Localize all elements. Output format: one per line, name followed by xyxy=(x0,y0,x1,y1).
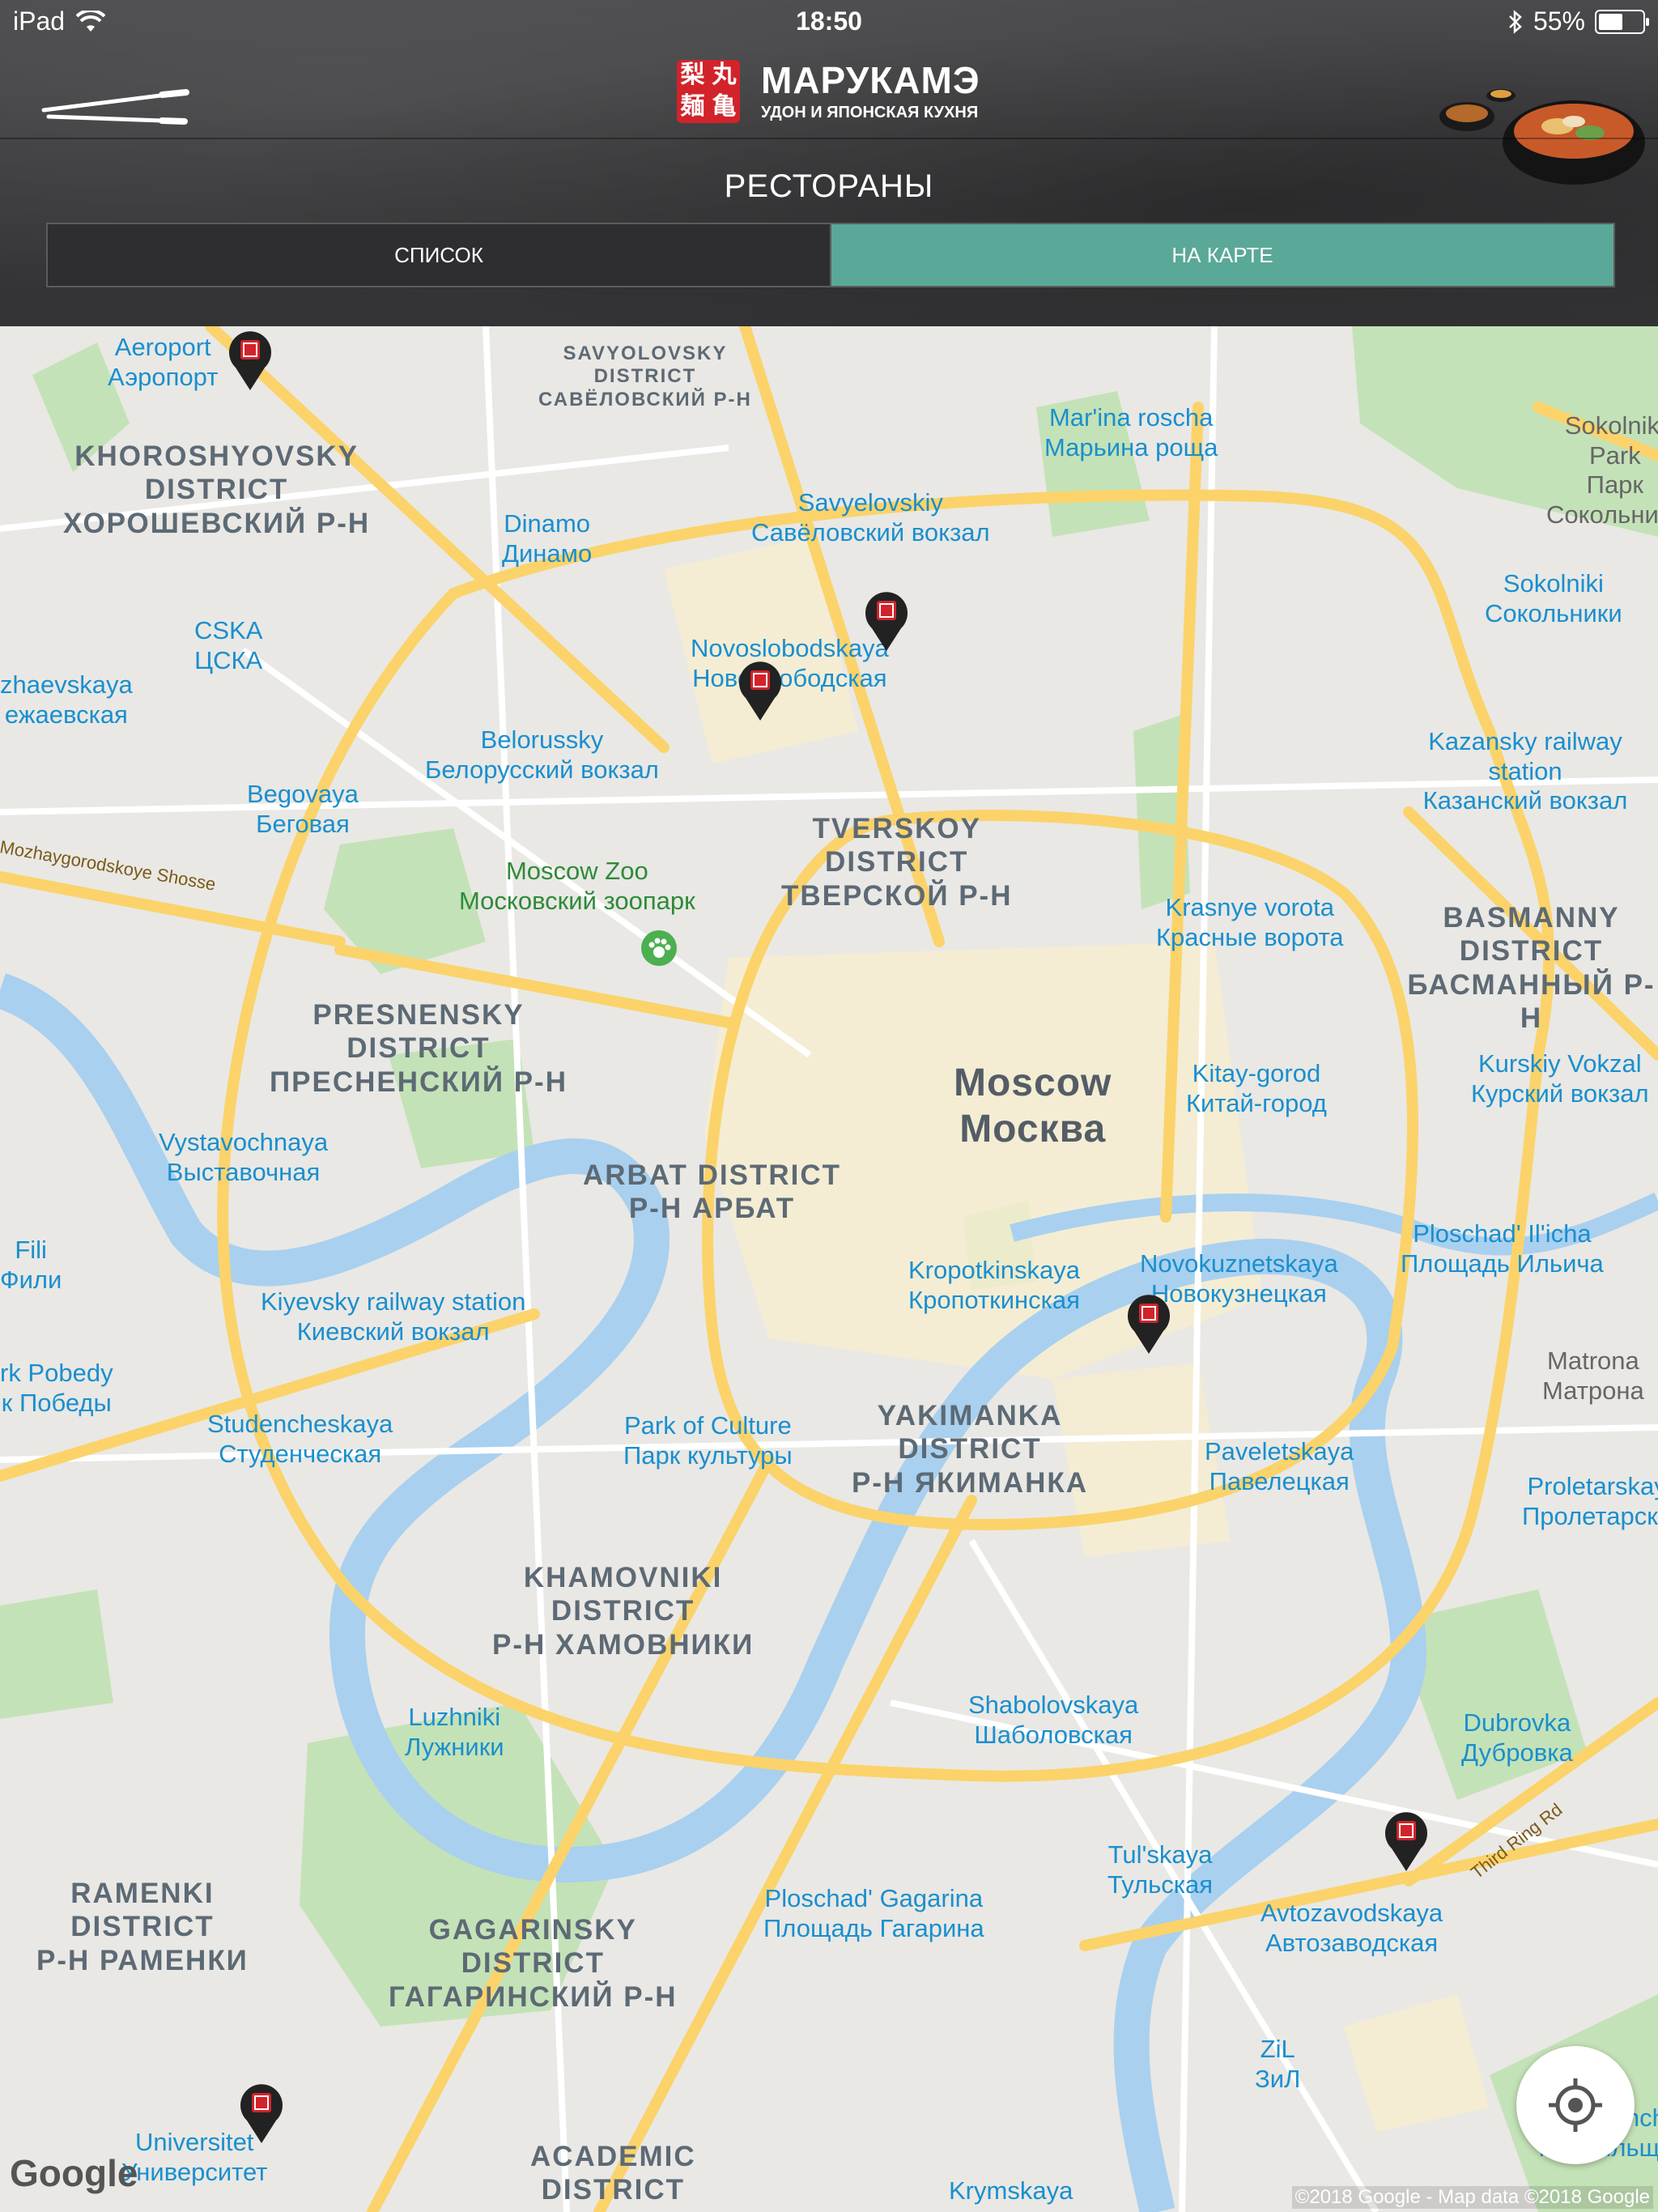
metro-label[interactable]: Dinamo Динамо xyxy=(502,509,592,568)
metro-label[interactable]: CSKA ЦСКА xyxy=(194,616,262,675)
metro-label[interactable]: Fili Фили xyxy=(0,1236,62,1295)
logo-char: 梨 xyxy=(680,62,705,88)
tab-list[interactable]: СПИСОК xyxy=(48,224,830,286)
metro-label[interactable]: Park of Culture Парк культуры xyxy=(623,1411,793,1470)
battery-level xyxy=(1599,13,1622,30)
district-label: ARBAT DISTRICT Р-Н АРБАТ xyxy=(583,1159,841,1225)
district-label: RAMENKI DISTRICT Р-Н РАМЕНКИ xyxy=(36,1878,249,1976)
district-label: GAGARINSKY DISTRICT ГАГАРИНСКИЙ Р-Н xyxy=(389,1914,678,2013)
metro-label[interactable]: Kiyevsky railway station Киевский вокзал xyxy=(261,1287,525,1346)
metro-label[interactable]: zhaevskaya ежаевская xyxy=(0,670,133,730)
logo-char: 亀 xyxy=(712,93,737,120)
metro-label[interactable]: Novoslobodskaya Новослободская xyxy=(691,634,889,693)
metro-label[interactable]: Kurskiy Vokzal Курский вокзал xyxy=(1471,1049,1649,1108)
bluetooth-icon xyxy=(1509,9,1522,34)
metro-label[interactable]: Krymskaya xyxy=(949,2176,1073,2206)
status-time: 18:50 xyxy=(796,6,862,36)
restaurant-pin[interactable] xyxy=(1126,1292,1171,1355)
metro-label[interactable]: ZiL ЗиЛ xyxy=(1255,2035,1300,2094)
metro-label[interactable]: Kazansky railway station Казанский вокза… xyxy=(1392,727,1658,816)
logo-char: 麺 xyxy=(680,93,705,120)
district-label: ACADEMIC DISTRICT xyxy=(530,2141,696,2206)
restaurant-pin[interactable] xyxy=(239,2082,284,2145)
district-label: SAVYOLOVSKY DISTRICT САВЁЛОВСКИЙ Р-Н xyxy=(538,342,752,410)
city-label: Moscow Москва xyxy=(954,1061,1112,1151)
app-header: iPad 18:50 55% 梨 丸 麺 亀 МАРУКАМЭ УДОН И Я… xyxy=(0,0,1658,326)
metro-label[interactable]: Dubrovka Дубровка xyxy=(1461,1708,1573,1767)
metro-label[interactable]: Begovaya Беговая xyxy=(247,780,359,839)
metro-label[interactable]: Studencheskaya Студенческая xyxy=(207,1410,393,1469)
metro-label[interactable]: Kropotkinskaya Кропоткинская xyxy=(908,1256,1080,1315)
nav-bar: 梨 丸 麺 亀 МАРУКАМЭ УДОН И ЯПОНСКАЯ КУХНЯ xyxy=(0,45,1658,185)
restaurant-pin[interactable] xyxy=(1384,1810,1429,1873)
metro-label[interactable]: Aeroport Аэропорт xyxy=(108,333,218,392)
restaurant-pin[interactable] xyxy=(738,659,783,722)
metro-label[interactable]: Krasnye vorota Красные ворота xyxy=(1156,893,1344,952)
status-bar: iPad 18:50 55% xyxy=(0,0,1658,45)
metro-label[interactable]: Belorussky Белорусский вокзал xyxy=(425,725,659,785)
district-label: KHOROSHYOVSKY DISTRICT ХОРОШЕВСКИЙ Р-Н xyxy=(63,440,371,539)
battery-percent: 55% xyxy=(1533,6,1585,36)
metro-label[interactable]: Vystavochnaya Выставочная xyxy=(159,1128,328,1187)
district-label: TVERSKOY DISTRICT ТВЕРСКОЙ Р-Н xyxy=(781,813,1013,912)
metro-label[interactable]: Savyelovskiy Савёловский вокзал xyxy=(751,488,990,547)
logo-char: 丸 xyxy=(712,62,737,88)
metro-label[interactable]: rk Pobedy к Победы xyxy=(0,1359,113,1418)
brand-subtitle: УДОН И ЯПОНСКАЯ КУХНЯ xyxy=(761,103,979,121)
tab-map[interactable]: НА КАРТЕ xyxy=(830,224,1613,286)
district-label: BASMANNY DISTRICT БАСМАННЫЙ Р-Н xyxy=(1407,902,1656,1034)
crosshair-icon xyxy=(1549,2078,1602,2132)
battery-icon xyxy=(1595,9,1649,34)
park-label[interactable]: Moscow Zoo Московский зоопарк xyxy=(459,857,695,916)
metro-label[interactable]: Kitay-gorod Китай-город xyxy=(1186,1059,1327,1118)
google-logo[interactable]: Google xyxy=(10,2151,138,2195)
park-label[interactable]: Sokolniki Park Парк Сокольники xyxy=(1546,411,1658,530)
view-switcher: СПИСОК НА КАРТЕ xyxy=(46,223,1615,287)
brand: 梨 丸 麺 亀 МАРУКАМЭ УДОН И ЯПОНСКАЯ КУХНЯ xyxy=(677,60,980,123)
metro-label[interactable]: Avtozavodskaya Автозаводская xyxy=(1261,1899,1443,1958)
metro-label[interactable]: Mar'ina roscha Марьина роща xyxy=(1044,403,1218,462)
map-view[interactable]: Aeroport Аэропорт Mar'ina roscha Марьина… xyxy=(0,326,1658,2212)
brand-name: МАРУКАМЭ xyxy=(761,58,980,101)
metro-label[interactable]: Ploschad' Il'icha Площадь Ильича xyxy=(1401,1219,1604,1278)
nav-divider xyxy=(0,138,1658,139)
zoo-paw-icon[interactable] xyxy=(641,930,677,966)
metro-label[interactable]: Sokolniki Сокольники xyxy=(1485,569,1622,628)
restaurant-pin[interactable] xyxy=(864,589,909,653)
brand-logo: 梨 丸 麺 亀 xyxy=(677,60,740,123)
metro-label[interactable]: Proletarskaya Пролетарская xyxy=(1522,1472,1658,1531)
page-title: РЕСТОРАНЫ xyxy=(724,168,934,204)
map-attribution[interactable]: ©2018 Google - Map data ©2018 Google xyxy=(1291,2186,1653,2209)
menu-button[interactable] xyxy=(40,68,190,125)
park-label[interactable]: Matrona Матрона xyxy=(1542,1346,1644,1406)
metro-label[interactable]: Ploschad' Gagarina Площадь Гагарина xyxy=(763,1884,984,1943)
chopsticks-menu-icon xyxy=(41,89,189,125)
district-label: KHAMOVNIKI DISTRICT Р-Н ХАМОВНИКИ xyxy=(492,1562,755,1661)
my-location-button[interactable] xyxy=(1516,2046,1635,2164)
restaurant-pin[interactable] xyxy=(227,329,273,392)
district-label: PRESNENSKY DISTRICT ПРЕСНЕНСКИЙ Р-Н xyxy=(270,999,568,1098)
metro-label[interactable]: Shabolovskaya Шаболовская xyxy=(968,1691,1138,1750)
metro-label[interactable]: Tul'skaya Тульская xyxy=(1107,1840,1213,1899)
metro-label[interactable]: Luzhniki Лужники xyxy=(405,1703,504,1762)
metro-label[interactable]: Paveletskaya Павелецкая xyxy=(1205,1437,1354,1496)
district-label: YAKIMANKA DISTRICT Р-Н ЯКИМАНКА xyxy=(852,1400,1089,1499)
